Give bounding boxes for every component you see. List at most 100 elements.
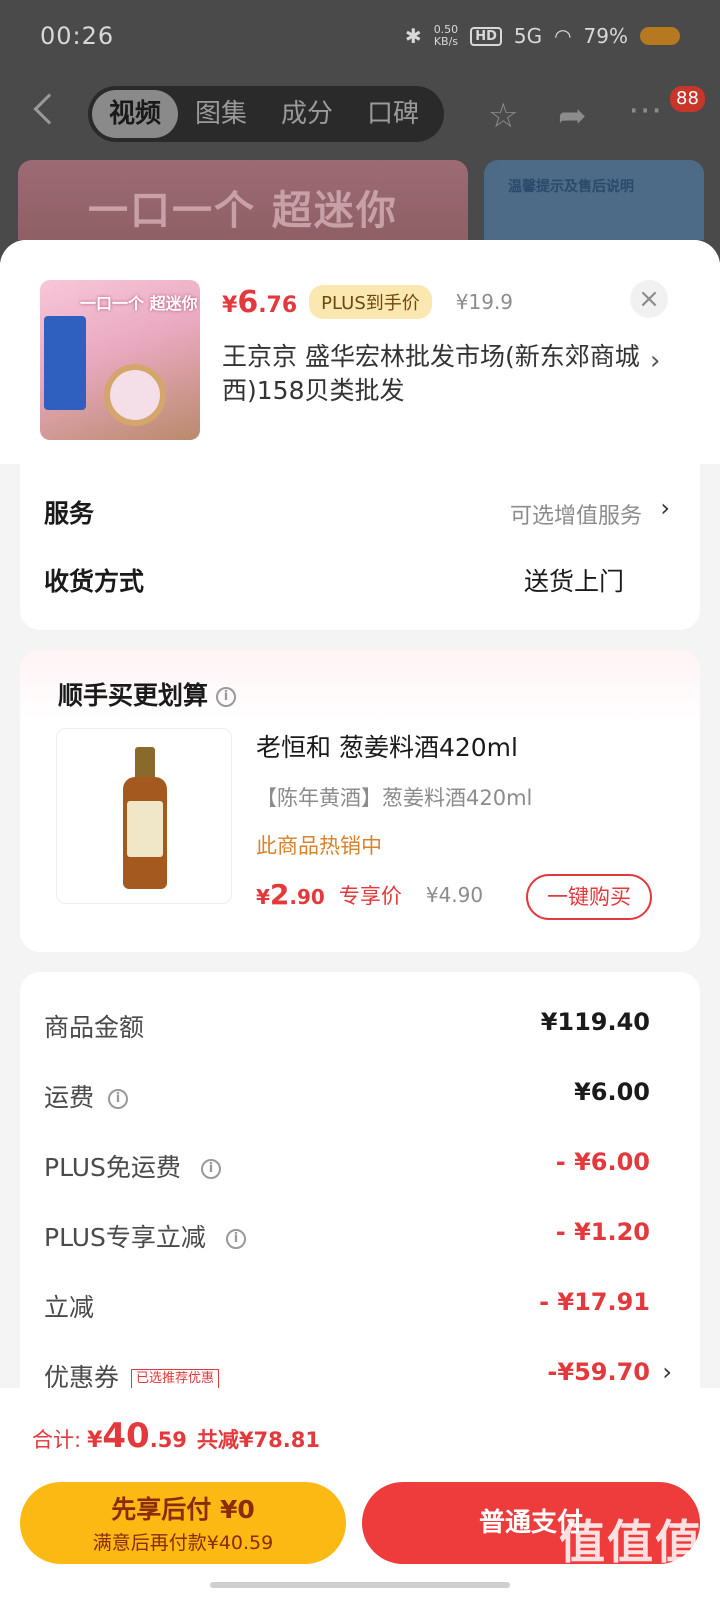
site-watermark: 值值值 zhizhizhi.com [556, 1506, 706, 1588]
share-icon[interactable]: ➦ [558, 96, 587, 136]
total-int: 40 [102, 1416, 150, 1456]
summary-label-text: PLUS免运费 [44, 1153, 181, 1182]
after-sale-title: 温馨提示及售后说明 [508, 179, 634, 195]
info-icon[interactable]: i [216, 687, 237, 707]
price-summary-card: 商品金额 ¥119.40 运费 i ¥6.00 PLUS免运费 i - ¥6.00 … [20, 972, 700, 1412]
addon-exclusive-label: 专享价 [338, 883, 402, 908]
signal-icon: 5G [513, 24, 543, 48]
summary-row-plus-discount: PLUS专享立减 i - ¥1.20 [20, 1218, 700, 1258]
total-row: 合计: ¥ 40 .59 共减¥78.81 [32, 1416, 320, 1456]
after-sale-banner: 温馨提示及售后说明 [484, 160, 704, 240]
pay-later-button[interactable]: 先享后付 ¥0 满意后再付款¥40.59 [20, 1482, 346, 1564]
info-icon[interactable]: i [108, 1089, 129, 1109]
plus-price-tag: PLUS到手价 [309, 285, 432, 319]
price-dec: .76 [258, 292, 298, 318]
summary-label: 运费 i [44, 1078, 129, 1114]
tab-ingredients[interactable]: 成分 [264, 90, 350, 138]
thumbnail-title: 一口一个 超迷你 [80, 294, 198, 313]
wifi-icon: ◠ [554, 24, 572, 48]
summary-value: - ¥6.00 [555, 1148, 650, 1176]
summary-label: PLUS免运费 i [44, 1148, 221, 1184]
summary-label: 商品金额 [44, 1013, 145, 1042]
addon-original-price: ¥4.90 [425, 882, 484, 907]
cart-badge: 88 [670, 86, 705, 112]
pay-later-subtitle: 满意后再付款¥40.59 [92, 1532, 274, 1554]
product-banner: 一口一个 超迷你 [18, 160, 468, 240]
summary-row-plus-free-shipping: PLUS免运费 i - ¥6.00 [20, 1148, 700, 1188]
price-int: 6 [237, 284, 259, 320]
battery-icon [640, 27, 680, 45]
hd-icon: HD [470, 26, 502, 46]
chevron-right-icon[interactable]: › [660, 494, 670, 522]
addon-price-dec: .90 [289, 885, 325, 909]
chevron-right-icon[interactable]: › [662, 1358, 672, 1386]
tab-video[interactable]: 视频 [92, 90, 178, 138]
summary-label: 立减 [44, 1293, 95, 1322]
product-thumbnail: 一口一个 超迷你 [40, 280, 200, 440]
tab-gallery[interactable]: 图集 [178, 90, 264, 138]
status-bar: 00:26 ✱ 0.50 KB/s HD 5G ◠ 79% [0, 0, 720, 72]
summary-value: - ¥17.91 [539, 1288, 650, 1316]
addon-name[interactable]: 老恒和 葱姜料酒420ml [256, 728, 518, 764]
summary-row-goods: 商品金额 ¥119.40 [20, 1008, 700, 1048]
status-time: 00:26 [40, 22, 115, 50]
watermark-url: zhizhizhi.com [583, 1572, 679, 1588]
addon-title-text: 顺手买更划算 [58, 681, 209, 710]
bottle-label [127, 801, 163, 857]
summary-value: ¥6.00 [574, 1078, 650, 1106]
chevron-right-icon[interactable]: › [650, 346, 660, 376]
close-button[interactable]: × [630, 280, 668, 318]
banner-title: 一口一个 超迷你 [88, 188, 398, 234]
addon-price-int: 2 [269, 878, 290, 911]
coupon-tag: 已选推荐优惠 [131, 1369, 220, 1389]
status-icons: ✱ 0.50 KB/s HD 5G ◠ 79% [405, 24, 680, 48]
summary-label-text: PLUS专享立减 [44, 1223, 206, 1252]
addon-title: 顺手买更划算 i [58, 676, 237, 712]
addon-subtitle: 【陈年黄酒】葱姜料酒420ml [256, 786, 533, 810]
addon-card: 顺手买更划算 i 老恒和 葱姜料酒420ml 【陈年黄酒】葱姜料酒420ml 此商… [20, 650, 700, 952]
thumbnail-info-panel [44, 316, 86, 410]
total-label: 合计: [32, 1428, 82, 1452]
addon-hot-label: 此商品热销中 [256, 834, 382, 858]
price-symbol: ¥ [222, 292, 238, 318]
delivery-value[interactable]: 送货上门 [524, 562, 624, 598]
bottle-neck [135, 747, 155, 781]
summary-value: ¥119.40 [540, 1008, 650, 1036]
tab-reviews[interactable]: 口碑 [350, 90, 436, 138]
service-card: 服务 可选增值服务 › 收货方式 送货上门 [20, 454, 700, 630]
product-header: 一口一个 超迷你 ¥6.76 PLUS到手价 ¥19.9 × 王京京 盛华宏林批… [0, 240, 720, 464]
battery-percent: 79% [583, 24, 628, 48]
info-icon[interactable]: i [200, 1159, 221, 1179]
total-yen: ¥ [87, 1428, 103, 1453]
net-speed: 0.50 KB/s [434, 24, 459, 48]
original-price: ¥19.9 [455, 290, 514, 314]
summary-label-text: 运费 [44, 1083, 95, 1112]
addon-price: ¥2.90 [256, 878, 325, 911]
price-row: ¥6.76 PLUS到手价 ¥19.9 [222, 282, 513, 322]
info-icon[interactable]: i [225, 1229, 246, 1249]
top-nav: 视频 图集 成分 口碑 ☆ ➦ ⋯ [0, 84, 720, 144]
summary-value: - ¥1.20 [555, 1218, 650, 1246]
home-indicator[interactable] [210, 1582, 510, 1588]
product-price: ¥6.76 [222, 285, 297, 320]
addon-product-image[interactable] [56, 728, 232, 904]
watermark-logo: 值值值 [559, 1515, 703, 1569]
media-tabs: 视频 图集 成分 口碑 [88, 86, 444, 142]
summary-label: PLUS专享立减 i [44, 1218, 246, 1254]
back-icon[interactable] [33, 93, 65, 125]
pay-later-title: 先享后付 ¥0 [111, 1495, 255, 1524]
bluetooth-icon: ✱ [404, 24, 422, 48]
summary-row-shipping: 运费 i ¥6.00 [20, 1078, 700, 1118]
net-speed-unit: KB/s [433, 35, 459, 48]
summary-value[interactable]: -¥59.70 [547, 1358, 650, 1386]
favorite-star-icon[interactable]: ☆ [488, 96, 518, 136]
delivery-label: 收货方式 [44, 567, 145, 596]
addon-price-row: ¥2.90 专享价 ¥4.90 [256, 878, 483, 911]
addon-price-symbol: ¥ [256, 885, 270, 909]
service-value[interactable]: 可选增值服务 [510, 498, 642, 530]
more-icon[interactable]: ⋯ [628, 90, 662, 130]
summary-row-instant-discount: 立减 - ¥17.91 [20, 1288, 700, 1328]
one-click-buy-button[interactable]: 一键购买 [526, 874, 652, 920]
store-name[interactable]: 王京京 盛华宏林批发市场(新东郊商城西)158贝类批发 [222, 340, 642, 408]
thumbnail-icecream [110, 370, 160, 420]
